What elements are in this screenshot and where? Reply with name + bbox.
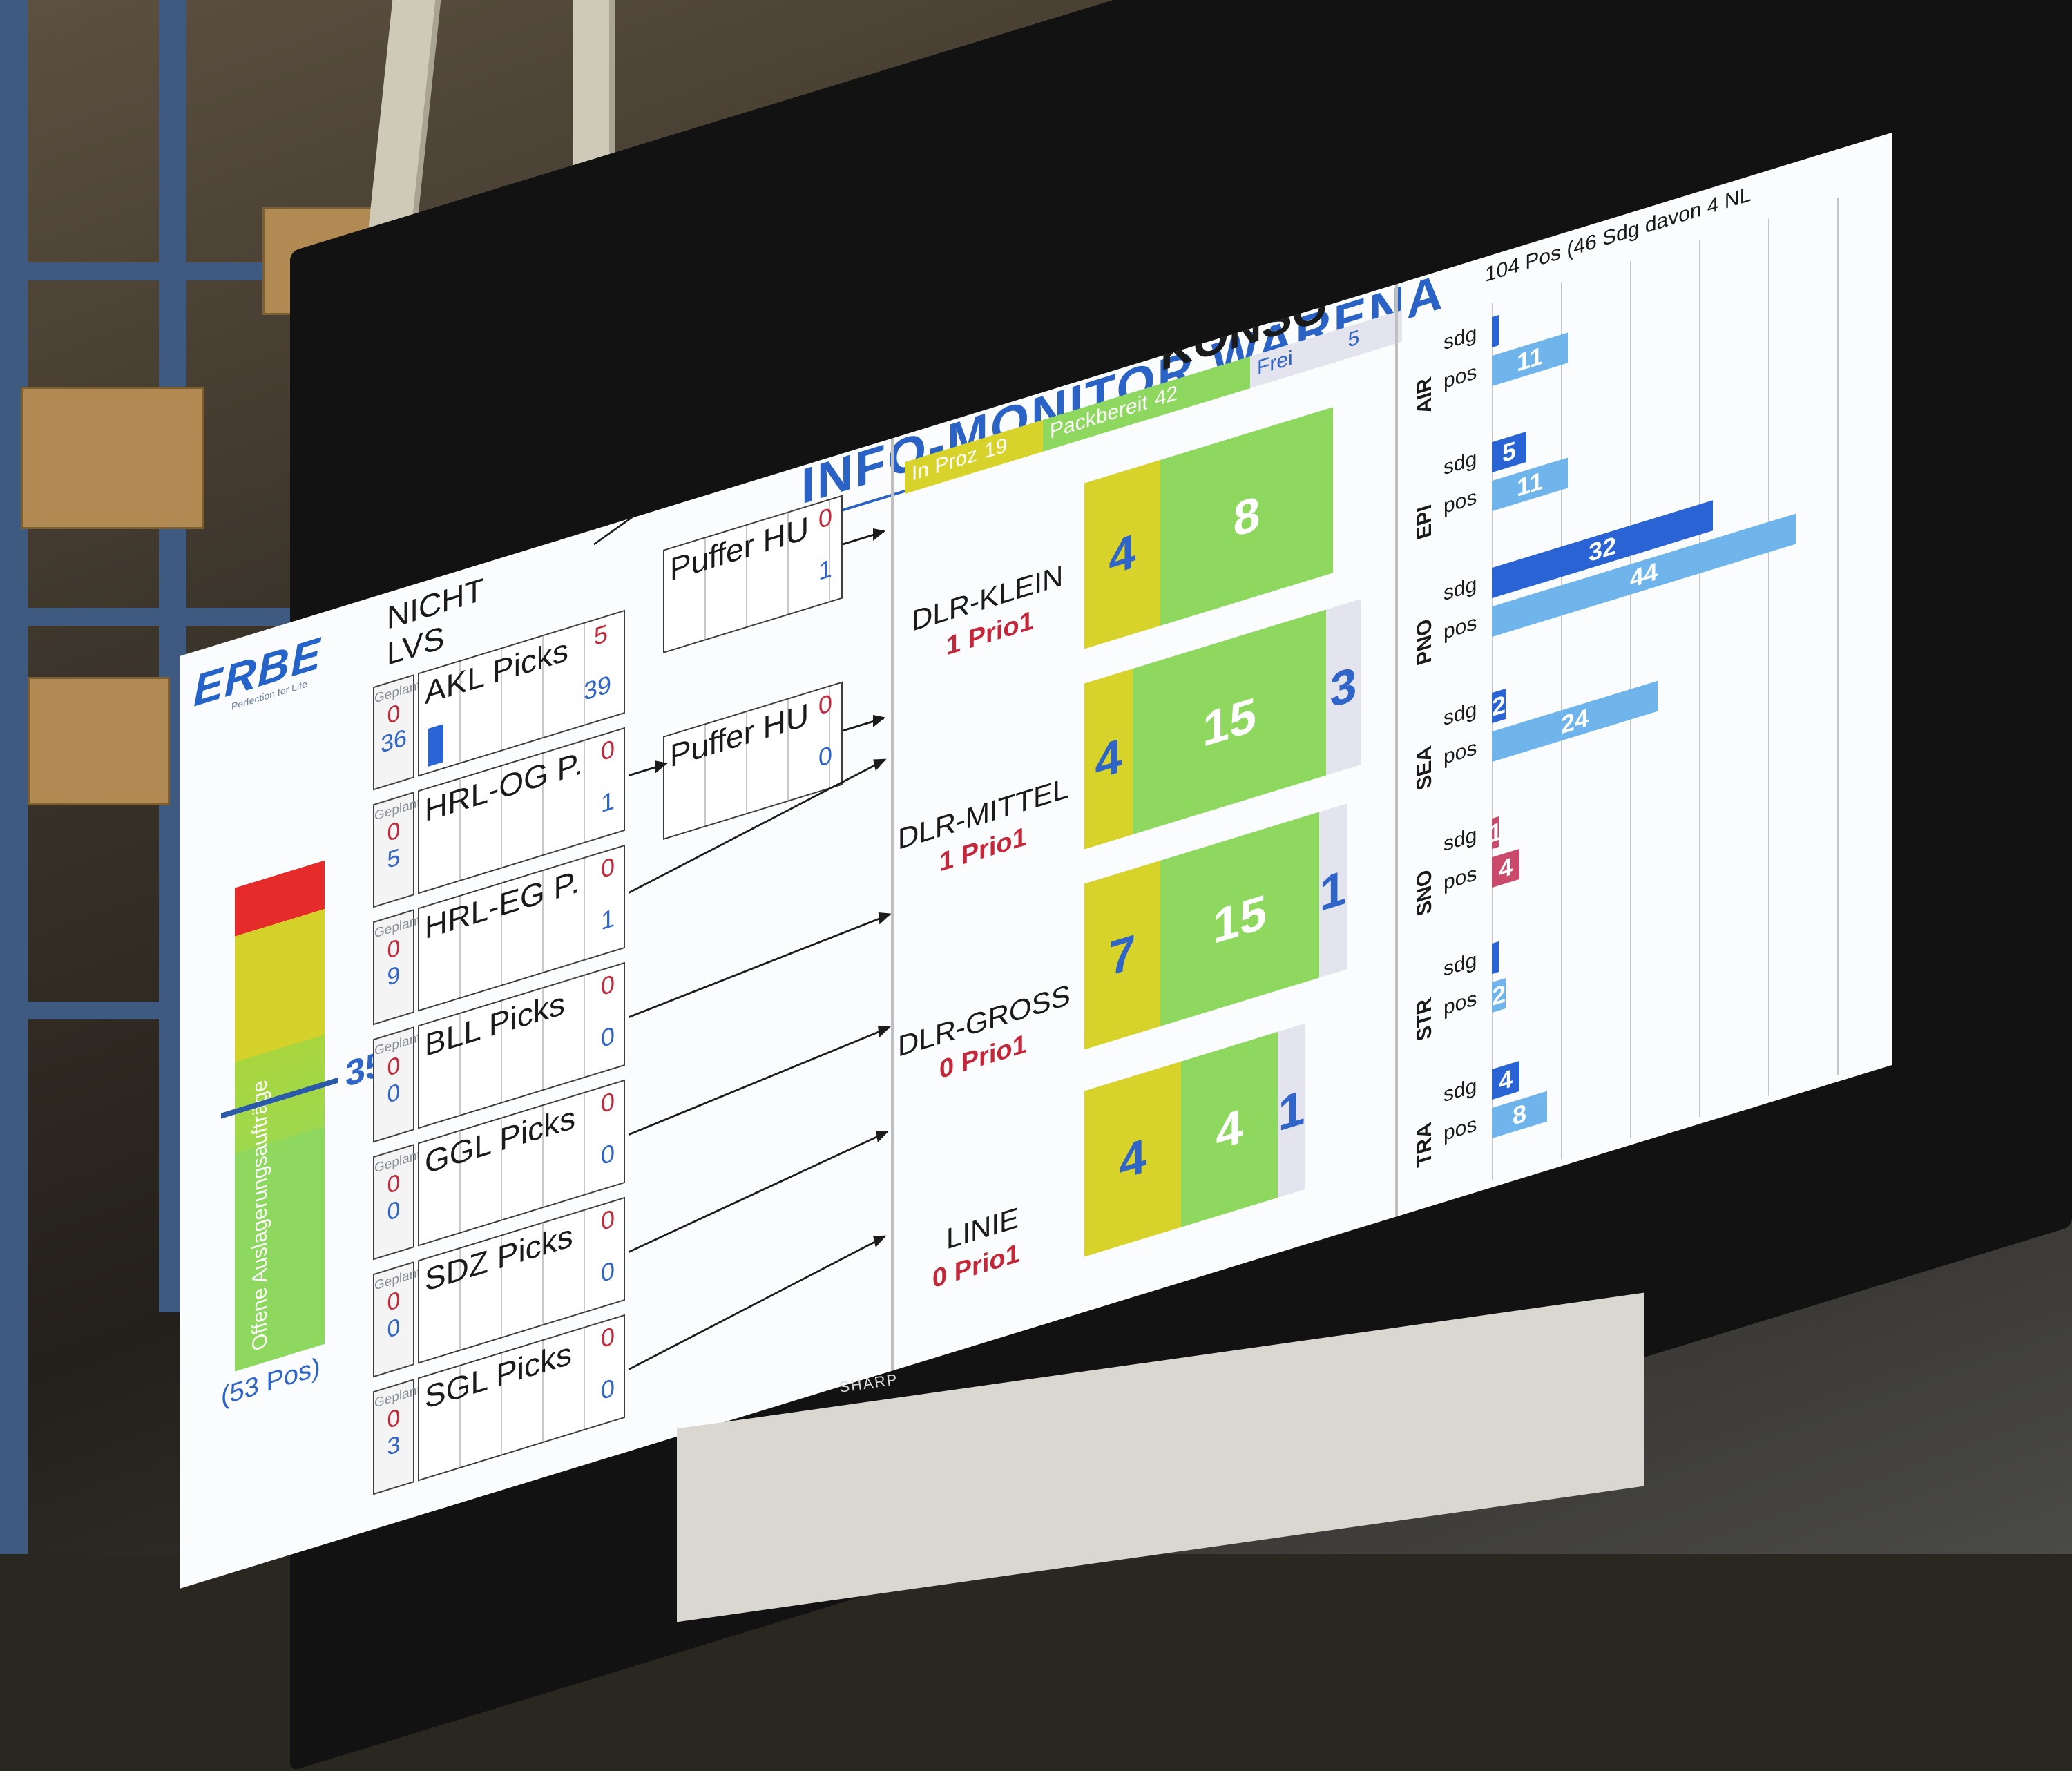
- bar-pos-sno: 4: [1492, 848, 1519, 888]
- in-proz-segment: 7: [1084, 860, 1160, 1050]
- bar-pos-tra: 8: [1492, 1091, 1547, 1138]
- pos-label: pos: [1443, 1112, 1477, 1146]
- rack-upright: [0, 0, 28, 1554]
- packbereit-left-border: [1395, 283, 1398, 1217]
- puffer-blue-value: 0: [818, 740, 833, 773]
- sdg-label: sdg: [1443, 321, 1477, 355]
- bar-sdg-sno: 1: [1488, 816, 1503, 849]
- bar-sdg-sea: 2: [1491, 689, 1506, 724]
- chart-gridline: [1768, 218, 1769, 1096]
- geplant-box: Geplant 0 0: [373, 1026, 421, 1143]
- flow-arrow: [628, 1235, 886, 1371]
- gauge-label: Offene Auslagerungsaufträge: [249, 1077, 271, 1354]
- geplant-box: Geplant 0 3: [373, 1379, 421, 1495]
- storage-box: [21, 387, 204, 529]
- pos-label: pos: [1443, 986, 1477, 1020]
- puffer-blue-value: 1: [818, 553, 833, 586]
- bar-pos-str: 2: [1491, 978, 1506, 1013]
- picker-blue-value: 0: [601, 1372, 615, 1406]
- picker-red-value: 5: [594, 618, 608, 651]
- picker-red-value: 0: [601, 734, 615, 767]
- flow-arrow: [628, 1131, 888, 1254]
- picker-blue-value: 0: [601, 1138, 615, 1171]
- chart-gridline: [1699, 239, 1700, 1118]
- packbereit-segment: 15: [1133, 609, 1326, 835]
- category-label: STR: [1413, 995, 1436, 1044]
- picker-blue-value: 1: [601, 785, 615, 819]
- pos-label: pos: [1443, 611, 1477, 644]
- picker-progress-bar: [428, 724, 443, 767]
- packbereit-segment: 4: [1181, 1031, 1278, 1227]
- category-label: TRA: [1413, 1119, 1436, 1169]
- bar-sdg-str: [1492, 941, 1499, 975]
- konso-left-border: [891, 437, 894, 1372]
- sdg-label: sdg: [1443, 1073, 1477, 1107]
- picker-blue-value: 0: [601, 1255, 615, 1288]
- flow-arrow: [628, 913, 890, 1019]
- bar-sdg-tra: 4: [1492, 1060, 1519, 1100]
- bar-sdg-epi: 5: [1492, 432, 1526, 473]
- flow-arrow: [843, 717, 884, 732]
- category-label: PNO: [1413, 615, 1436, 668]
- pos-label: pos: [1443, 861, 1477, 895]
- picker-red-value: 0: [601, 1321, 615, 1354]
- packbereit-segment: 8: [1160, 407, 1333, 626]
- sdg-label: sdg: [1443, 948, 1477, 982]
- in-proz-segment: 4: [1084, 669, 1133, 850]
- picker-red-value: 0: [601, 1203, 615, 1236]
- category-label: AIR: [1413, 374, 1436, 417]
- geplant-box: Geplant 0 5: [373, 792, 421, 908]
- sdg-label: sdg: [1443, 698, 1477, 731]
- frei-segment: 3: [1326, 599, 1361, 776]
- flow-arrow: [628, 1026, 890, 1136]
- category-label: SEA: [1413, 743, 1436, 794]
- packbereit-segment: 15: [1160, 812, 1319, 1026]
- picker-blue-value: 0: [601, 1020, 615, 1053]
- in-proz-segment: 4: [1084, 459, 1160, 649]
- bar-sdg-air: [1492, 315, 1499, 348]
- sdg-label: sdg: [1443, 823, 1477, 856]
- picker-blue-value: 1: [601, 903, 615, 936]
- chart-gridline: [1837, 197, 1839, 1075]
- picker-red-value: 0: [601, 968, 615, 1002]
- in-proz-value: 19: [984, 433, 1008, 463]
- pos-label: pos: [1443, 486, 1477, 519]
- sdg-label: sdg: [1443, 447, 1477, 480]
- frei-segment: 1: [1278, 1023, 1305, 1198]
- frei-value: 5: [1347, 325, 1360, 352]
- bar-pos-air: 11: [1492, 332, 1568, 387]
- sdg-label: sdg: [1443, 572, 1477, 606]
- category-label: SNO: [1413, 866, 1436, 919]
- in-proz-segment: 4: [1084, 1061, 1181, 1257]
- geplant-box: Geplant 0 0: [373, 1261, 421, 1378]
- pos-label: pos: [1443, 360, 1477, 394]
- puffer-red-value: 0: [818, 688, 833, 721]
- geplant-box: Geplant 0 36: [373, 674, 421, 791]
- category-label: EPI: [1413, 501, 1436, 543]
- geplant-box: Geplant 0 0: [373, 1144, 421, 1261]
- frei-segment: 1: [1319, 803, 1347, 978]
- picker-red-value: 0: [601, 851, 615, 884]
- packbereit-value: 42: [1154, 381, 1178, 412]
- flow-arrow: [629, 763, 666, 777]
- picker-red-value: 0: [601, 1086, 615, 1119]
- pos-label: pos: [1443, 736, 1477, 769]
- packbereit-chart: AIR sdg pos 11 EPI sdg 5 pos 11 PNO sdg 32 pos 44 SEA s…: [1409, 183, 1886, 1206]
- flow-arrow: [843, 530, 884, 546]
- puffer-red-value: 0: [818, 501, 833, 535]
- storage-box: [28, 677, 170, 805]
- bar-pos-sea: 24: [1492, 681, 1658, 763]
- geplant-box: Geplant 0 9: [373, 909, 421, 1026]
